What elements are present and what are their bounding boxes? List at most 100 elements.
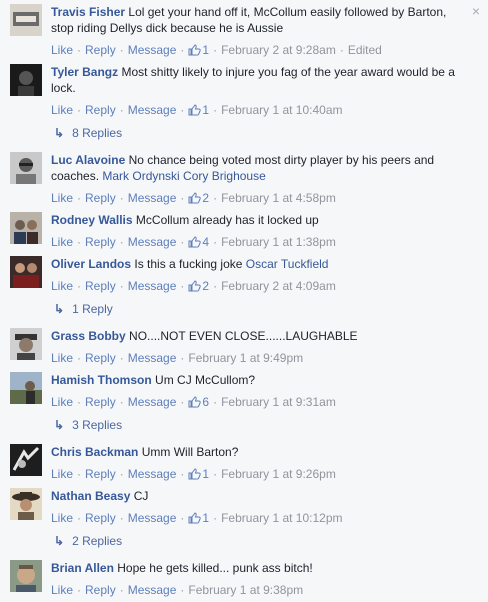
- replies-count-label[interactable]: 8 Replies: [72, 126, 122, 140]
- message-button[interactable]: Message: [128, 511, 177, 525]
- message-button[interactable]: Message: [128, 395, 177, 409]
- comment: Tyler Bangz Most shitty likely to injure…: [10, 64, 470, 120]
- comment-timestamp[interactable]: February 1 at 9:31am: [221, 395, 336, 409]
- like-count[interactable]: 2: [202, 191, 209, 205]
- reply-button[interactable]: Reply: [85, 351, 116, 365]
- comment-author[interactable]: Tyler Bangz: [51, 65, 118, 79]
- reply-button[interactable]: Reply: [85, 395, 116, 409]
- message-button[interactable]: Message: [128, 43, 177, 57]
- comment-author[interactable]: Hamish Thomson: [51, 373, 152, 387]
- comment: Travis Fisher Lol get your hand off it, …: [10, 4, 470, 60]
- replies-count-label[interactable]: 1 Reply: [72, 302, 113, 316]
- avatar[interactable]: [10, 64, 42, 96]
- comment-text: Umm Will Barton?: [141, 445, 239, 459]
- like-button[interactable]: Like: [51, 511, 73, 525]
- comment-text: Hope he gets killed... punk ass bitch!: [117, 561, 313, 575]
- reply-button[interactable]: Reply: [85, 583, 116, 597]
- avatar[interactable]: [10, 212, 42, 244]
- message-button[interactable]: Message: [128, 235, 177, 249]
- avatar[interactable]: [10, 560, 42, 592]
- avatar[interactable]: [10, 152, 42, 184]
- comment-author[interactable]: Oliver Landos: [51, 257, 131, 271]
- reply-button[interactable]: Reply: [85, 467, 116, 481]
- comment-text: CJ: [133, 489, 149, 503]
- like-button[interactable]: Like: [51, 351, 73, 365]
- view-replies-link[interactable]: ↳ 2 Replies: [54, 533, 122, 549]
- comment-author[interactable]: Rodney Wallis: [51, 213, 133, 227]
- comment-actions: Like · Reply · Message · February 1 at 9:38pm: [51, 583, 304, 597]
- edited-label[interactable]: Edited: [348, 43, 382, 57]
- comment-actions: Like · Reply · Message · 4 · February 1 at 1:38p…: [51, 234, 470, 252]
- reply-button[interactable]: Reply: [85, 279, 116, 293]
- like-count[interactable]: 1: [202, 103, 209, 117]
- comment-author[interactable]: Grass Bobby: [51, 329, 126, 343]
- reply-button[interactable]: Reply: [85, 511, 116, 525]
- reply-button[interactable]: Reply: [85, 191, 116, 205]
- comment-timestamp[interactable]: February 1 at 9:38pm: [188, 583, 303, 597]
- avatar[interactable]: [10, 372, 42, 404]
- comment-actions: Like · Reply · Message · 1 · February 2 at 9:28a…: [51, 42, 470, 60]
- like-button[interactable]: Like: [51, 191, 73, 205]
- comment-timestamp[interactable]: February 1 at 9:49pm: [188, 351, 303, 365]
- comment-author[interactable]: Travis Fisher: [51, 5, 125, 19]
- comment-text: Is this a fucking joke: [134, 257, 243, 271]
- like-count[interactable]: 1: [202, 511, 209, 525]
- like-button[interactable]: Like: [51, 103, 73, 117]
- comment-author[interactable]: Brian Allen: [51, 561, 114, 575]
- avatar[interactable]: [10, 328, 42, 360]
- like-button[interactable]: Like: [51, 235, 73, 249]
- thumbs-up-icon: [188, 512, 202, 528]
- avatar[interactable]: [10, 4, 42, 36]
- like-button[interactable]: Like: [51, 279, 73, 293]
- reply-button[interactable]: Reply: [85, 43, 116, 57]
- avatar[interactable]: [10, 444, 42, 476]
- comment-author[interactable]: Luc Alavoine: [51, 153, 125, 167]
- message-button[interactable]: Message: [128, 467, 177, 481]
- like-button[interactable]: Like: [51, 43, 73, 57]
- comment-author[interactable]: Nathan Beasy: [51, 489, 130, 503]
- comment: Grass Bobby NO....NOT EVEN CLOSE......LA…: [10, 328, 470, 366]
- replies-count-label[interactable]: 3 Replies: [72, 418, 122, 432]
- comment-timestamp[interactable]: February 1 at 10:12pm: [221, 511, 342, 525]
- message-button[interactable]: Message: [128, 351, 177, 365]
- like-button[interactable]: Like: [51, 467, 73, 481]
- like-button[interactable]: Like: [51, 395, 73, 409]
- comment-text: McCollum already has it locked up: [135, 213, 319, 227]
- thumbs-up-icon: [188, 192, 202, 208]
- comment-timestamp[interactable]: February 1 at 1:38pm: [221, 235, 336, 249]
- avatar[interactable]: [10, 488, 42, 520]
- comment-actions: Like · Reply · Message · 2 · February 1 at 4:58p…: [51, 190, 470, 208]
- message-button[interactable]: Message: [128, 279, 177, 293]
- view-replies-link[interactable]: ↳ 8 Replies: [54, 125, 122, 141]
- like-count[interactable]: 6: [202, 395, 209, 409]
- comment-timestamp[interactable]: February 1 at 4:58pm: [221, 191, 336, 205]
- avatar[interactable]: [10, 256, 42, 288]
- close-icon[interactable]: ×: [472, 4, 480, 18]
- comment: Brian Allen Hope he gets killed... punk …: [10, 560, 470, 598]
- replies-count-label[interactable]: 2 Replies: [72, 534, 122, 548]
- reply-button[interactable]: Reply: [85, 235, 116, 249]
- like-count[interactable]: 4: [202, 235, 209, 249]
- message-button[interactable]: Message: [128, 191, 177, 205]
- comment-actions: Like · Reply · Message · 1 · February 1 at 10:40…: [51, 102, 470, 120]
- reply-button[interactable]: Reply: [85, 103, 116, 117]
- like-count[interactable]: 1: [202, 43, 209, 57]
- view-replies-link[interactable]: ↳ 1 Reply: [54, 301, 113, 317]
- comment-actions: Like · Reply · Message · 1 · February 1 at 9:26p…: [51, 466, 470, 484]
- comment-timestamp[interactable]: February 1 at 9:26pm: [221, 467, 336, 481]
- like-count[interactable]: 2: [202, 279, 209, 293]
- like-button[interactable]: Like: [51, 583, 73, 597]
- comment-author[interactable]: Chris Backman: [51, 445, 138, 459]
- like-count[interactable]: 1: [202, 467, 209, 481]
- comment-mention[interactable]: Mark Ordynski Cory Brighouse: [102, 169, 265, 183]
- message-button[interactable]: Message: [128, 103, 177, 117]
- comment-mention[interactable]: Oscar Tuckfield: [246, 257, 329, 271]
- thumbs-up-icon: [188, 44, 202, 60]
- comment-timestamp[interactable]: February 2 at 9:28am: [221, 43, 336, 57]
- message-button[interactable]: Message: [128, 583, 177, 597]
- thumbs-up-icon: [188, 104, 202, 120]
- thumbs-up-icon: [188, 396, 202, 412]
- view-replies-link[interactable]: ↳ 3 Replies: [54, 417, 122, 433]
- comment-timestamp[interactable]: February 2 at 4:09am: [221, 279, 336, 293]
- comment-timestamp[interactable]: February 1 at 10:40am: [221, 103, 342, 117]
